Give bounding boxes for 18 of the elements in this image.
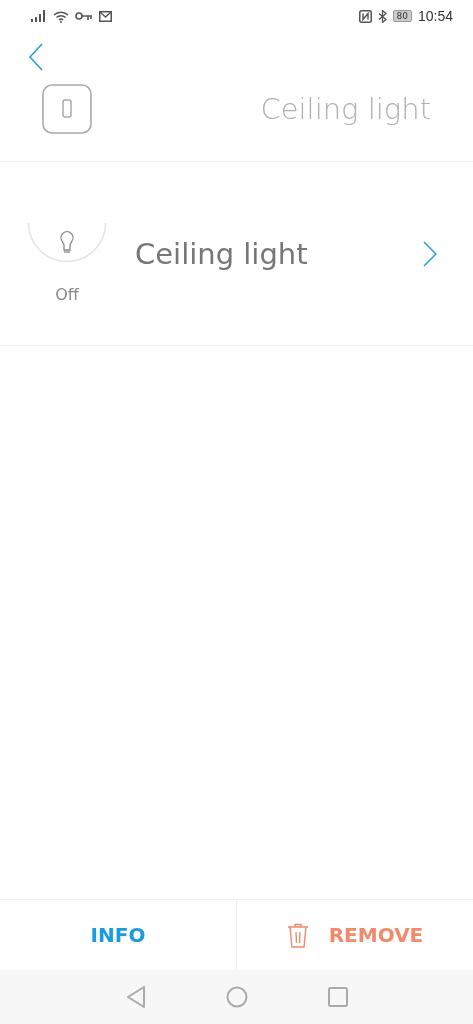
clock-time: 10:54 bbox=[417, 8, 453, 24]
back-nav-icon[interactable] bbox=[125, 986, 146, 1008]
device-state: Off bbox=[55, 285, 79, 304]
battery-level: 80 bbox=[392, 10, 412, 22]
key-icon bbox=[75, 11, 93, 21]
chevron-right-icon bbox=[423, 240, 437, 267]
bluetooth-icon bbox=[377, 9, 387, 23]
nfc-icon bbox=[358, 9, 372, 23]
wifi-icon bbox=[53, 9, 69, 23]
signal-icon bbox=[31, 10, 47, 22]
switch-icon bbox=[42, 83, 92, 134]
home-nav-icon[interactable] bbox=[225, 986, 248, 1008]
device-title: Ceiling light bbox=[260, 91, 431, 126]
trash-icon bbox=[286, 922, 309, 948]
recents-nav-icon[interactable] bbox=[327, 987, 348, 1007]
device-row[interactable]: Off Ceiling light bbox=[0, 162, 473, 346]
mail-icon bbox=[99, 10, 112, 22]
device-name: Ceiling light bbox=[135, 236, 309, 271]
